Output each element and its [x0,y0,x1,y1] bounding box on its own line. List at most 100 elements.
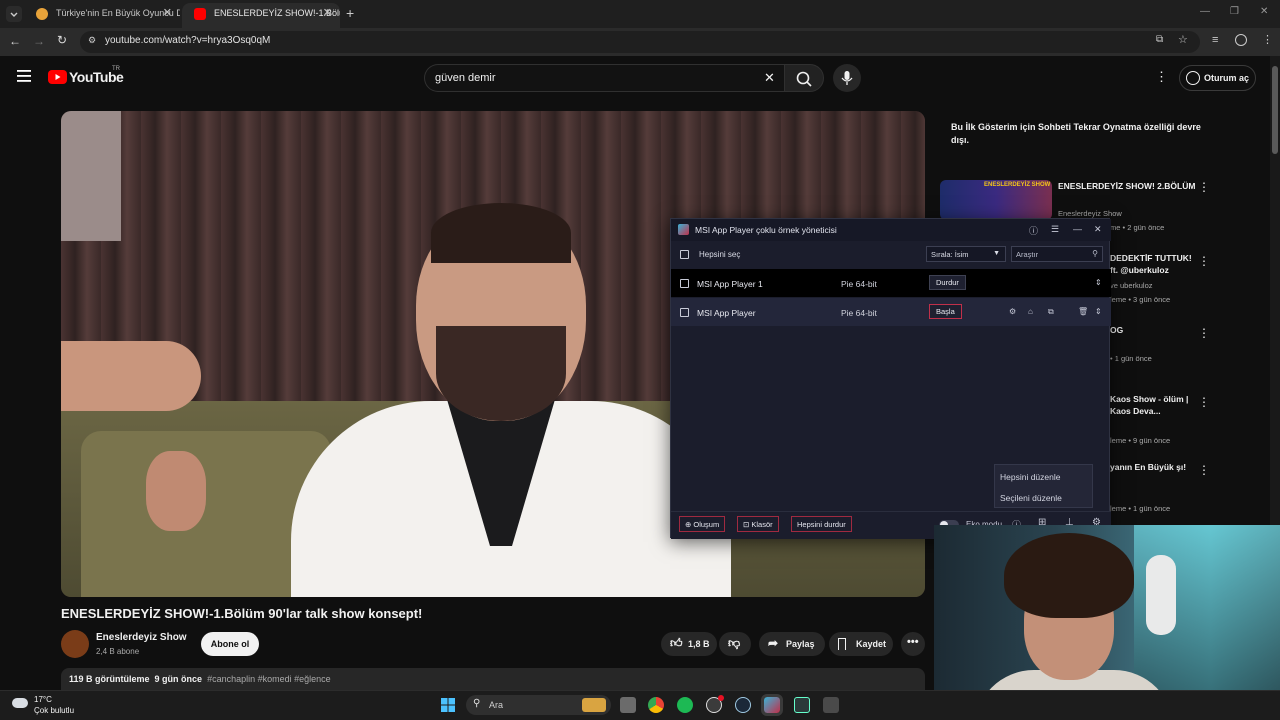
more-vertical-icon[interactable]: ⋮ [1198,180,1210,194]
more-vertical-icon[interactable]: ⋮ [1198,254,1210,268]
recommendation-title[interactable]: ENESLERDEYİZ SHOW! 2.BÖLÜM [1058,180,1198,192]
help-icon[interactable]: ⓘ [1029,224,1038,237]
thumbs-down-icon: 👎︎ [728,636,741,650]
task-view-icon[interactable] [620,697,636,713]
video-arm [61,341,201,411]
menu-icon[interactable]: ☰ [1051,224,1059,235]
spotify-icon[interactable] [677,697,693,713]
share-button[interactable]: ➦ Paylaş [759,632,825,656]
url-text[interactable]: youtube.com/watch?v=hrya3Osq0qM [105,35,270,46]
chrome-icon[interactable] [648,697,664,713]
recommendation-channel[interactable]: Eneslerdeyiz Show [1058,209,1122,218]
recommendation-title[interactable]: DEDEKTİF TUTTUK! ft. @uberkuloz [1110,252,1200,276]
profile-icon[interactable] [1235,34,1247,46]
instance-row[interactable]: MSI App Player 1 Pie 64-bit Durdur ⇕ [671,269,1111,297]
sort-dropdown[interactable]: Sırala: İsim ▼ [926,246,1006,262]
windows-start-icon[interactable] [440,697,456,713]
dislike-button[interactable]: 👎︎ [719,632,751,656]
search-query[interactable]: güven demir [435,72,496,84]
tab-search-button[interactable] [6,6,22,22]
webcam-headset [1146,555,1176,635]
youtube-favicon-icon [194,8,206,20]
weather-temperature[interactable]: 17°C [34,695,52,704]
instance-checkbox[interactable] [680,308,689,317]
tab-title: ENESLERDEYİZ SHOW!-1.Bölüm [214,8,340,18]
recommendation-meta: leme • 3 gün önce [1110,295,1171,304]
tab-youtube[interactable]: ENESLERDEYİZ SHOW!-1.Bölüm ✕ [182,3,340,28]
delete-trash-icon[interactable]: 🗑︎ [1078,307,1088,316]
recommendation-title[interactable]: yanın En Büyük şı! [1110,461,1200,473]
like-button[interactable]: 👍︎ 1,8 B [661,632,717,656]
more-vertical-icon[interactable]: ⋮ [1198,463,1210,477]
stop-all-button[interactable]: Hepsini durdur [791,516,852,532]
settings-more-icon[interactable]: ⋮ [1155,69,1168,85]
start-instance-button[interactable]: Başla [929,304,962,319]
recommendation-meta: • 1 gün önce [1110,354,1152,363]
install-app-icon[interactable]: ⧉ [1156,34,1163,45]
forward-icon[interactable]: → [33,34,45,48]
restore-window-icon[interactable]: ❐ [1230,6,1239,17]
webcam-person-hair [1004,533,1134,618]
save-button[interactable]: Kaydet [829,632,893,656]
search-input[interactable]: güven demir ✕ [424,64,784,92]
site-info-icon[interactable]: ⚙ [88,35,96,46]
hamburger-menu-icon[interactable] [17,70,31,82]
new-tab-button[interactable]: + [346,5,354,21]
channel-name[interactable]: Eneslerdeyiz Show [96,632,187,643]
minimize-icon[interactable]: — [1073,224,1082,234]
weather-cloud-icon[interactable] [12,698,28,708]
create-instance-button[interactable]: ⊕ Oluşum [679,516,726,532]
subscriber-count: 2,4 B abone [96,647,140,656]
reload-icon[interactable]: ↻ [57,33,67,47]
close-tab-icon[interactable]: ✕ [323,3,332,24]
site-favicon-icon [36,8,48,20]
search-button[interactable] [784,64,824,92]
voice-search-button[interactable] [833,64,861,92]
folder-button[interactable]: ⊡ Klasör [737,516,779,532]
instance-row[interactable]: MSI App Player Pie 64-bit Başla ⚙ ⌂ ⧉ 🗑︎… [671,298,1111,326]
instance-search-input[interactable]: Araştır ⚲ [1011,246,1103,262]
hashtags[interactable]: #canchaplin #komedi #eğlence [207,674,331,684]
sign-in-button[interactable]: Oturum aç [1179,65,1256,91]
tab-oyuncu[interactable]: Türkiye'nin En Büyük Oyuncu D ✕ [24,3,180,28]
clone-icon[interactable]: ⧉ [1048,307,1054,317]
channel-avatar[interactable] [61,630,89,658]
more-vertical-icon[interactable]: ⋮ [1198,395,1210,409]
bookmark-star-icon[interactable]: ☆ [1178,33,1188,46]
edit-all-menu-item[interactable]: Hepsini düzenle [1000,472,1060,482]
clear-search-icon[interactable]: ✕ [764,70,775,86]
calculator-icon[interactable] [823,697,839,713]
weather-description[interactable]: Çok bulutlu [34,706,74,715]
edit-selected-menu-item[interactable]: Seçileni düzenle [1000,493,1062,503]
msi-app-player-icon[interactable] [761,694,783,716]
browser-menu-icon[interactable]: ⋮ [1262,33,1273,46]
taskbar-search[interactable]: ⚲ Ara [466,695,611,715]
scrollbar-thumb[interactable] [1272,66,1278,154]
address-bar[interactable]: ⚙ youtube.com/watch?v=hrya3Osq0qM ⧉ ☆ [80,31,1200,53]
close-icon[interactable]: ✕ [1094,224,1102,235]
create-label: Oluşum [693,520,720,529]
select-all-checkbox[interactable] [680,250,689,259]
close-window-icon[interactable]: ✕ [1260,6,1268,17]
obs-terminal-icon[interactable] [794,697,810,713]
recommendation-title[interactable]: OG [1110,324,1200,336]
recommendation-title[interactable]: Kaos Show - ölüm | Kaos Deva... [1110,393,1200,417]
recommendation-channel[interactable]: ve uberkuloz [1110,281,1153,290]
description-box[interactable]: 119 B görüntüleme 9 gün önce #canchaplin… [61,668,925,690]
more-vertical-icon[interactable]: ⋮ [1198,326,1210,340]
more-actions-button[interactable]: ••• [901,632,925,656]
subscribe-button[interactable]: Abone ol [201,632,259,656]
expand-icon[interactable]: ⇕ [1095,278,1102,287]
shortcut-icon[interactable]: ⌂ [1028,307,1033,316]
stop-instance-button[interactable]: Durdur [929,275,966,290]
close-tab-icon[interactable]: ✕ [163,3,172,24]
settings-gear-icon[interactable]: ⚙ [1009,307,1016,316]
expand-icon[interactable]: ⇕ [1095,307,1102,316]
steam-icon[interactable] [735,697,751,713]
minimize-window-icon[interactable]: — [1200,6,1210,17]
recommendation-thumbnail[interactable]: ENESLERDEYİZ SHOW [940,180,1052,220]
search-icon: ⚲ [1092,249,1098,258]
media-controls-icon[interactable]: ≡ [1212,34,1218,46]
back-icon[interactable]: ← [9,34,21,48]
instance-checkbox[interactable] [680,279,689,288]
